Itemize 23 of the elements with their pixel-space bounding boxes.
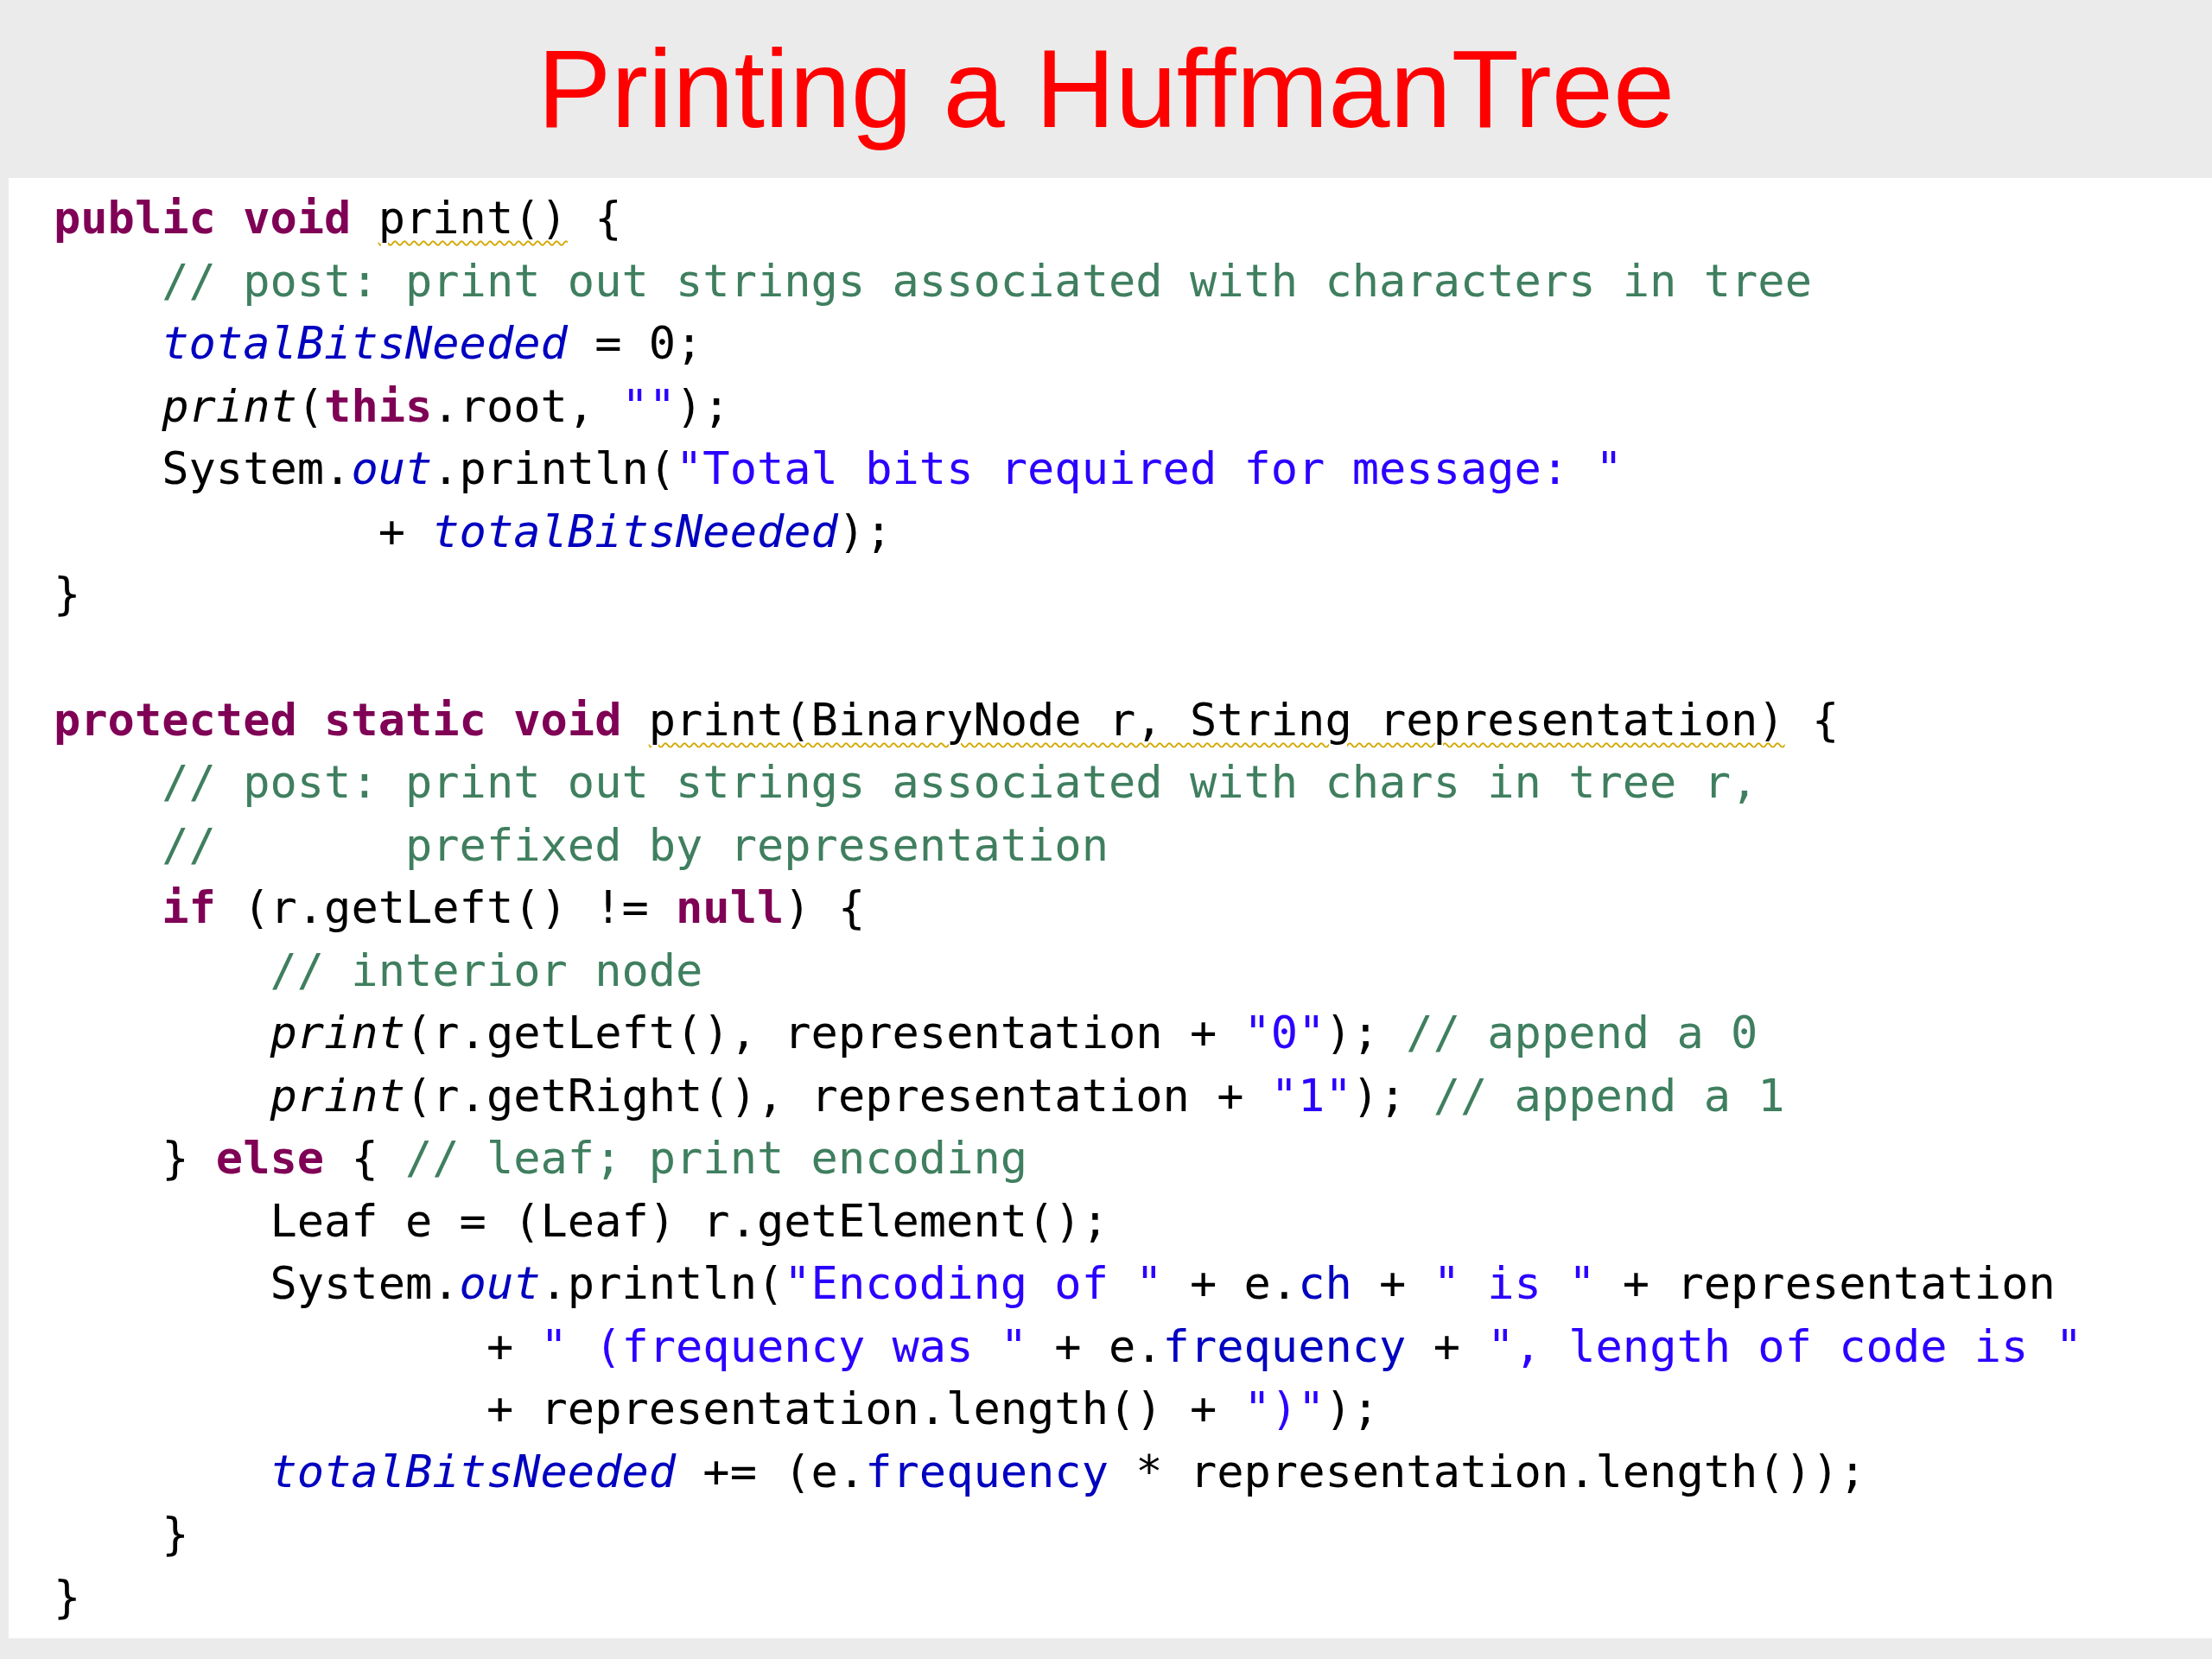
code-line: public void print() { <box>54 191 622 245</box>
code-line: // interior node <box>269 943 703 998</box>
code-line: totalBitsNeeded += (e.frequency * representation.length()); <box>269 1444 1866 1499</box>
code-line: + totalBitsNeeded); <box>377 504 893 559</box>
code-line: print(r.getLeft(), representation + "0"); // append a 0 <box>269 1006 1758 1060</box>
code-line: if (r.getLeft() != null) { <box>161 880 866 935</box>
code-line: + representation.length() + ")"); <box>485 1382 1380 1436</box>
code-line: // post: print out strings associated with chars in tree r, <box>161 755 1758 810</box>
code-line: + " (frequency was " + e.frequency + ", length of code is " <box>485 1319 2083 1374</box>
code-line: Leaf e = (Leaf) r.getElement(); <box>269 1193 1109 1249</box>
code-line: } <box>54 567 81 621</box>
code-line: } <box>54 1569 81 1624</box>
code-line: totalBitsNeeded = 0; <box>161 316 703 371</box>
code-line: System.out.println("Encoding of " + e.ch + " is " + representation <box>269 1256 2056 1311</box>
code-line: // post: print out strings associated with characters in tree <box>161 253 1812 308</box>
code-line: } <box>161 1507 189 1561</box>
code-line: } else { // leaf; print encoding <box>161 1131 1028 1185</box>
slide-title: Printing a HuffmanTree <box>537 26 1675 152</box>
code-line: // prefixed by representation <box>161 817 1109 873</box>
code-line: print(this.root, ""); <box>161 378 730 434</box>
code-line: protected static void print(BinaryNode r, String representation) { <box>54 692 1840 747</box>
code-line: print(r.getRight(), representation + "1"); // append a 1 <box>269 1068 1785 1123</box>
code-line: System.out.println("Total bits required for message: " <box>161 442 1623 496</box>
